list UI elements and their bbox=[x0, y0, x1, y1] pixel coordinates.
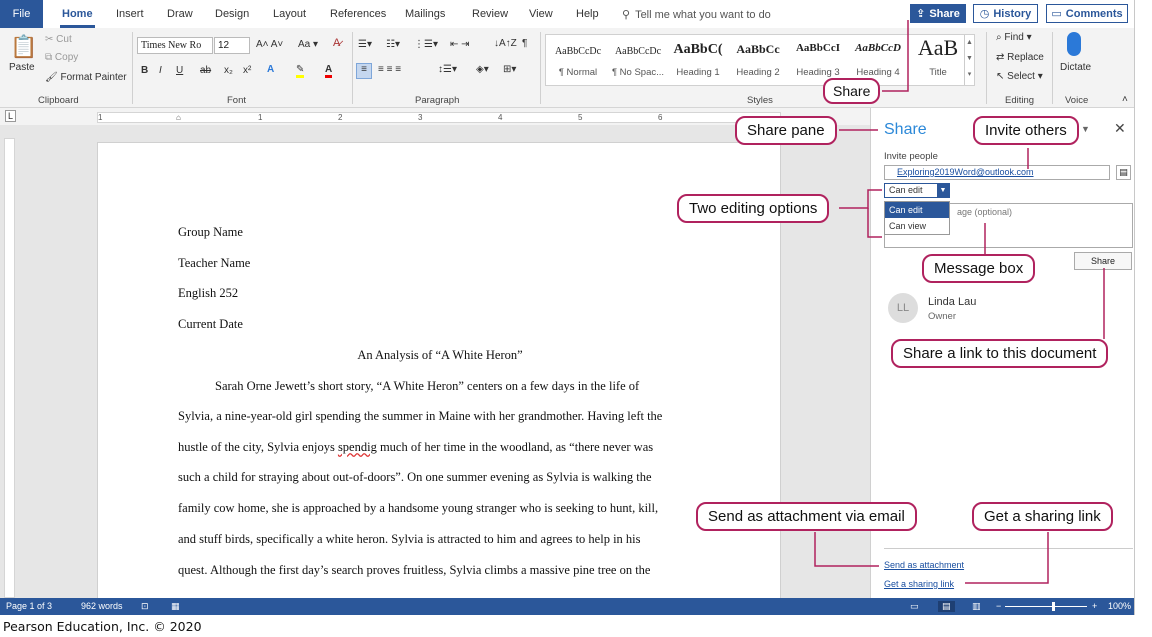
leader-two-options-b bbox=[867, 208, 882, 238]
callout-share: Share bbox=[823, 78, 881, 104]
leader-two-options bbox=[839, 189, 882, 209]
callout-message-box: Message box bbox=[922, 254, 1036, 283]
leader-sharing-link bbox=[965, 532, 1049, 584]
callout-invite-others: Invite others bbox=[973, 116, 1079, 145]
callout-get-sharing-link: Get a sharing link bbox=[972, 502, 1113, 531]
callout-share-pane: Share pane bbox=[735, 116, 837, 145]
leader-send-attachment bbox=[814, 532, 879, 567]
callout-send-attachment-email: Send as attachment via email bbox=[696, 502, 917, 531]
callout-leaders bbox=[814, 20, 1105, 584]
callout-two-editing-options: Two editing options bbox=[677, 194, 830, 223]
leader-share bbox=[882, 20, 909, 92]
callout-share-link: Share a link to this document bbox=[891, 339, 1109, 368]
